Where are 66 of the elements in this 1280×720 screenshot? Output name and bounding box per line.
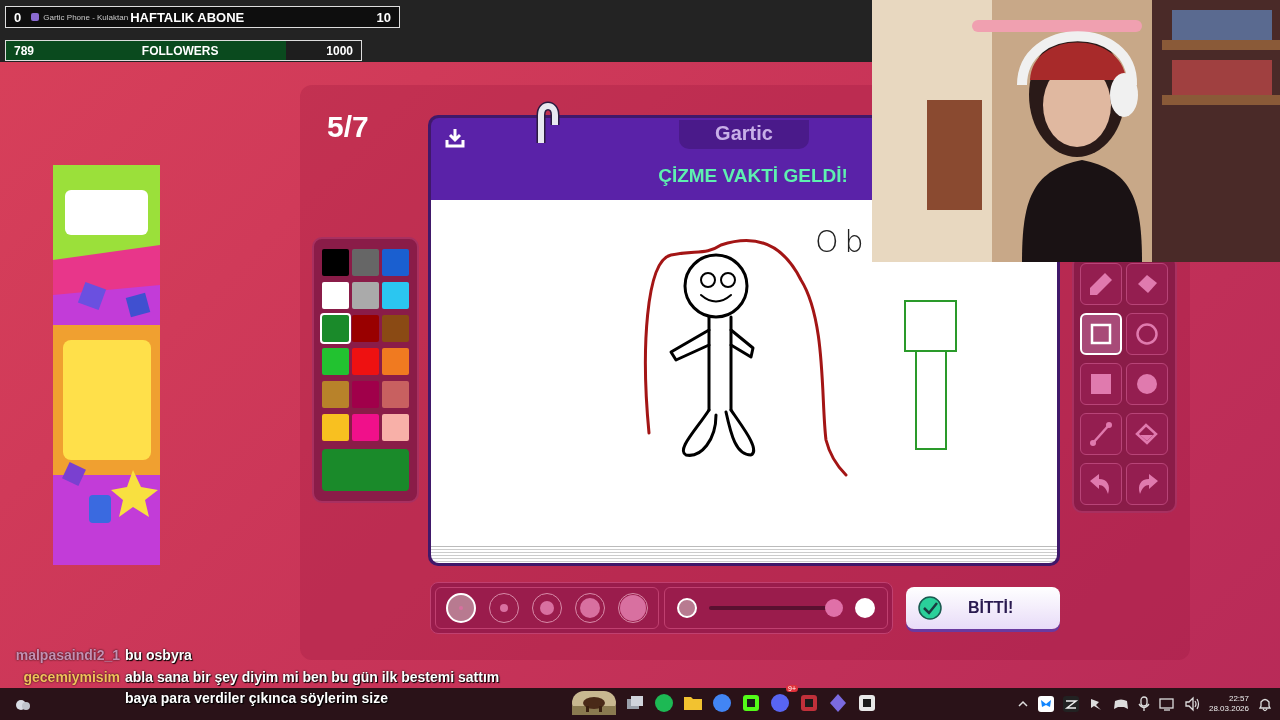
color-swatch[interactable]	[352, 249, 379, 276]
download-icon[interactable]	[445, 128, 465, 148]
goal-target: 1000	[326, 43, 353, 58]
logo: Gartic	[679, 120, 809, 149]
bell-icon[interactable]	[1258, 696, 1272, 712]
chat-message: bu osbyra	[125, 646, 193, 665]
microphone-icon[interactable]	[1137, 696, 1150, 712]
app-icon[interactable]	[1062, 696, 1079, 712]
line-icon	[1088, 421, 1114, 447]
network-icon[interactable]	[1158, 696, 1175, 712]
slider-thumb[interactable]	[825, 599, 843, 617]
eraser-tool-button[interactable]	[1126, 263, 1168, 305]
butterfly-icon[interactable]	[1037, 696, 1054, 712]
chat-message: abla sana bir şey diyim mi ben bu gün ilk bestemi sattım baya para verdiler çıkınca söylerim size	[125, 668, 501, 708]
cloud-icon[interactable]	[14, 697, 32, 711]
bucket-icon	[1134, 421, 1160, 447]
color-swatch[interactable]	[352, 282, 379, 309]
volume-icon[interactable]	[1183, 696, 1200, 712]
date: 28.03.2026	[1208, 704, 1249, 714]
filled-circle-icon	[1134, 371, 1160, 397]
handwritten-text: Ob	[815, 224, 870, 259]
browser-tab-title[interactable]: Gartic Phone - Kulaktan	[43, 12, 129, 22]
chat-username: gecemiymisim	[22, 669, 120, 685]
color-swatch[interactable]	[322, 348, 349, 375]
time: 22:57	[1228, 694, 1249, 704]
rect-tool-button[interactable]	[1080, 313, 1122, 355]
check-icon	[918, 596, 942, 620]
goal-target: 10	[376, 9, 391, 25]
heading: ÇİZME VAKTİ GELDİ!	[658, 165, 848, 187]
pencil-tool-button[interactable]	[1080, 263, 1122, 305]
color-swatch[interactable]	[382, 414, 409, 441]
color-swatch[interactable]	[322, 315, 349, 342]
goal-title: FOLLOWERS	[141, 43, 219, 58]
color-swatch[interactable]	[382, 348, 409, 375]
color-swatch[interactable]	[322, 381, 349, 408]
low-opacity-icon	[677, 598, 697, 618]
drawing-canvas[interactable]: Ob	[431, 200, 1057, 546]
color-swatch[interactable]	[322, 414, 349, 441]
color-swatch[interactable]	[382, 282, 409, 309]
clock[interactable]: 22:57 28.03.2026	[1208, 694, 1249, 714]
pencil-icon	[1088, 271, 1114, 297]
chat-username: malpasaindi2_1	[14, 647, 120, 663]
circle-icon	[1134, 321, 1160, 347]
ellipse-tool-button[interactable]	[1126, 313, 1168, 355]
color-swatch[interactable]	[352, 348, 379, 375]
color-swatch[interactable]	[382, 315, 409, 342]
redo-tool-button[interactable]	[1126, 463, 1168, 505]
round-counter: 5/7	[327, 110, 369, 144]
goal-title: HAFTALIK ABONE	[130, 9, 245, 25]
color-swatch[interactable]	[322, 249, 349, 276]
color-swatch[interactable]	[352, 414, 379, 441]
line-tool-button[interactable]	[1080, 413, 1122, 455]
undo-tool-button[interactable]	[1080, 463, 1122, 505]
full-opacity-icon	[855, 598, 875, 618]
color-swatch[interactable]	[352, 381, 379, 408]
color-swatch[interactable]	[382, 381, 409, 408]
color-swatch[interactable]	[352, 315, 379, 342]
bucket-tool-button[interactable]	[1126, 413, 1168, 455]
done-button[interactable]: BİTTİ!	[906, 587, 1060, 629]
goal-current: 789	[14, 43, 35, 58]
square-icon	[1088, 321, 1114, 347]
opacity-slider[interactable]	[709, 599, 843, 617]
color-swatch[interactable]	[322, 282, 349, 309]
color-swatch[interactable]	[382, 249, 409, 276]
filled-square-icon	[1088, 371, 1114, 397]
goal-current: 0	[14, 9, 22, 25]
